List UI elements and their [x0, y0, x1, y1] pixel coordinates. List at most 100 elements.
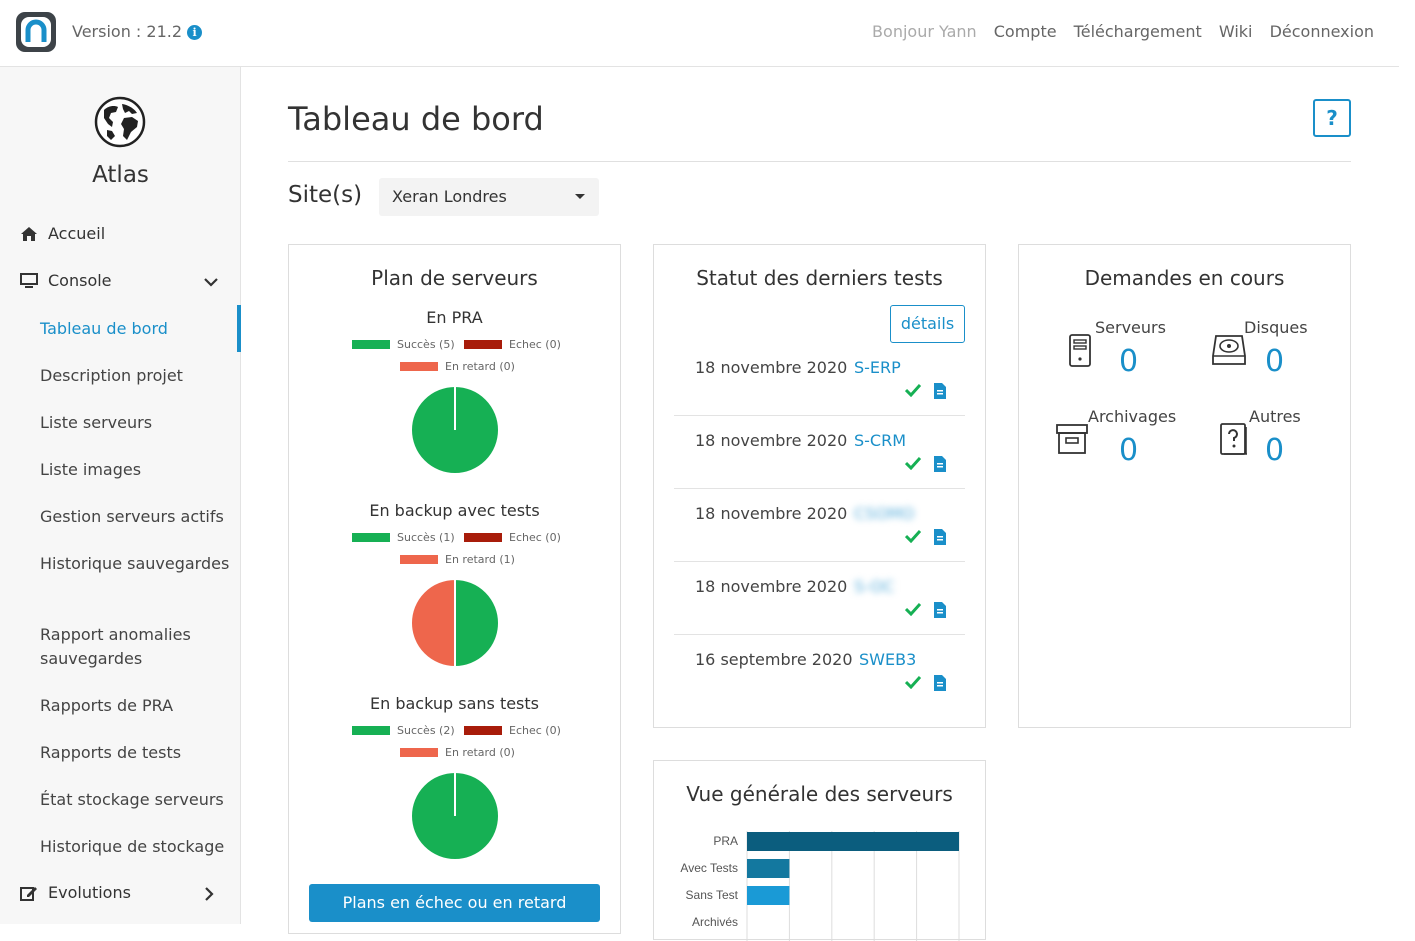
app-logo[interactable]	[16, 12, 56, 52]
legend-success: Succès (2)	[352, 724, 455, 737]
tick-label: Archivés	[692, 915, 738, 929]
app-name: Atlas	[92, 162, 149, 188]
servers-label: Serveurs	[1095, 318, 1166, 337]
sidebar-item-storage-history[interactable]: Historique de stockage	[40, 835, 230, 859]
legend-fail: Echec (0)	[464, 531, 561, 544]
legend-swatch	[352, 340, 390, 349]
version-label: Version : 21.2	[72, 22, 183, 41]
legend-swatch	[464, 726, 502, 735]
help-button[interactable]: ?	[1313, 99, 1351, 137]
check-icon	[905, 529, 921, 543]
panel-title: Demandes en cours	[1084, 266, 1285, 290]
info-icon[interactable]: i	[187, 25, 203, 40]
legend-late: En retard (0)	[400, 360, 515, 373]
tick-label: Avec Tests	[680, 861, 738, 875]
nav-evolutions[interactable]: Evolutions	[20, 883, 131, 902]
account-link[interactable]: Compte	[994, 22, 1057, 41]
legend-label: En retard (0)	[445, 360, 515, 373]
top-bar: Version : 21.2 i Bonjour Yann Compte Télé…	[0, 0, 1399, 67]
list-item: 18 novembre 2020 CSOMO	[674, 489, 965, 562]
sidebar-item-image-list[interactable]: Liste images	[40, 458, 230, 482]
legend-label: Succès (5)	[397, 338, 455, 351]
list-item: 18 novembre 2020 S-CRM	[674, 416, 965, 489]
site-label: Site(s)	[288, 182, 363, 208]
check-icon	[905, 602, 921, 616]
nav-home[interactable]: Accueil	[20, 224, 105, 243]
test-date: 16 septembre 2020	[695, 650, 853, 669]
download-link[interactable]: Téléchargement	[1074, 22, 1202, 41]
sidebar: Atlas Accueil Console Tableau de bord De…	[0, 67, 241, 924]
group-title: En backup avec tests	[369, 501, 540, 520]
logout-link[interactable]: Déconnexion	[1270, 22, 1374, 41]
wiki-link[interactable]: Wiki	[1219, 22, 1253, 41]
legend-label: Succès (1)	[397, 531, 455, 544]
legend-swatch	[352, 726, 390, 735]
pie-slice-success	[454, 578, 500, 668]
legend-swatch	[352, 533, 390, 542]
document-icon[interactable]	[934, 602, 946, 618]
sidebar-item-pra-reports[interactable]: Rapports de PRA	[40, 694, 230, 718]
greeting: Bonjour Yann	[872, 22, 977, 41]
check-icon	[905, 456, 921, 470]
nav-console[interactable]: Console	[20, 271, 112, 290]
test-server-link[interactable]: S-ERP	[854, 358, 901, 377]
server-plan-panel: Plan de serveurs En PRA Succès (5) Echec…	[288, 244, 621, 934]
version-info: Version : 21.2 i	[72, 22, 203, 41]
legend-swatch	[400, 362, 438, 371]
archive-icon	[1056, 424, 1088, 454]
caret-down-icon	[575, 194, 585, 199]
sidebar-item-active-servers[interactable]: Gestion serveurs actifs	[40, 505, 230, 529]
sidebar-item-test-reports[interactable]: Rapports de tests	[40, 741, 230, 765]
legend-swatch	[464, 533, 502, 542]
nav-evolutions-label: Evolutions	[48, 883, 131, 902]
list-item: 18 novembre 2020 S-ERP	[674, 343, 965, 416]
pie-chart-backup-no-tests	[410, 771, 500, 861]
sidebar-item-project-description[interactable]: Description projet	[40, 364, 230, 388]
sidebar-item-storage-state[interactable]: État stockage serveurs	[40, 788, 230, 812]
chevron-right-icon[interactable]	[204, 887, 214, 901]
test-server-link[interactable]: CSOMO	[854, 504, 914, 523]
check-icon	[905, 383, 921, 397]
legend-swatch	[400, 748, 438, 757]
test-server-link[interactable]: SWEB3	[859, 650, 916, 669]
check-icon	[905, 675, 921, 689]
site-select[interactable]: Xeran Londres	[379, 178, 599, 216]
server-overview-panel: Vue générale des serveurs PRA Avec Tests S…	[653, 760, 986, 941]
site-select-value: Xeran Londres	[392, 187, 507, 206]
pie-slice-late	[410, 578, 456, 668]
globe-icon	[94, 96, 146, 148]
legend-fail: Echec (0)	[464, 724, 561, 737]
sidebar-item-backup-anomalies[interactable]: Rapport anomalies sauvegardes	[40, 623, 230, 671]
document-icon[interactable]	[934, 529, 946, 545]
monitor-icon	[20, 272, 38, 288]
page-title: Tableau de bord	[288, 100, 544, 138]
top-nav: Bonjour Yann Compte Téléchargement Wiki …	[860, 22, 1374, 41]
others-label: Autres	[1249, 407, 1301, 426]
bar	[747, 859, 790, 878]
legend-fail: Echec (0)	[464, 338, 561, 351]
test-server-link[interactable]: S-OC	[854, 577, 894, 596]
tick-label: Sans Test	[686, 888, 739, 902]
sidebar-item-dashboard[interactable]: Tableau de bord	[40, 317, 230, 341]
document-icon[interactable]	[934, 383, 946, 399]
bar	[747, 832, 959, 851]
failed-plans-button[interactable]: Plans en échec ou en retard	[309, 884, 600, 922]
details-button[interactable]: détails	[890, 305, 965, 343]
test-date: 18 novembre 2020	[695, 577, 848, 596]
sidebar-item-backup-history[interactable]: Historique sauvegardes	[40, 552, 230, 576]
legend-late: En retard (1)	[400, 553, 515, 566]
legend-swatch	[400, 555, 438, 564]
test-server-link[interactable]: S-CRM	[854, 431, 906, 450]
legend-label: Echec (0)	[509, 531, 561, 544]
test-date: 18 novembre 2020	[695, 431, 848, 450]
document-icon[interactable]	[934, 675, 946, 691]
chevron-down-icon[interactable]	[204, 277, 218, 287]
list-item: 18 novembre 2020 S-OC	[674, 562, 965, 635]
others-count: 0	[1265, 433, 1285, 468]
overview-bar-chart: PRA Avec Tests Sans Test Archivés	[680, 831, 960, 941]
pie-chart-backup-tests	[410, 578, 500, 668]
document-icon[interactable]	[934, 456, 946, 472]
disk-icon	[1212, 335, 1246, 365]
sidebar-item-server-list[interactable]: Liste serveurs	[40, 411, 230, 435]
bar	[747, 886, 790, 905]
